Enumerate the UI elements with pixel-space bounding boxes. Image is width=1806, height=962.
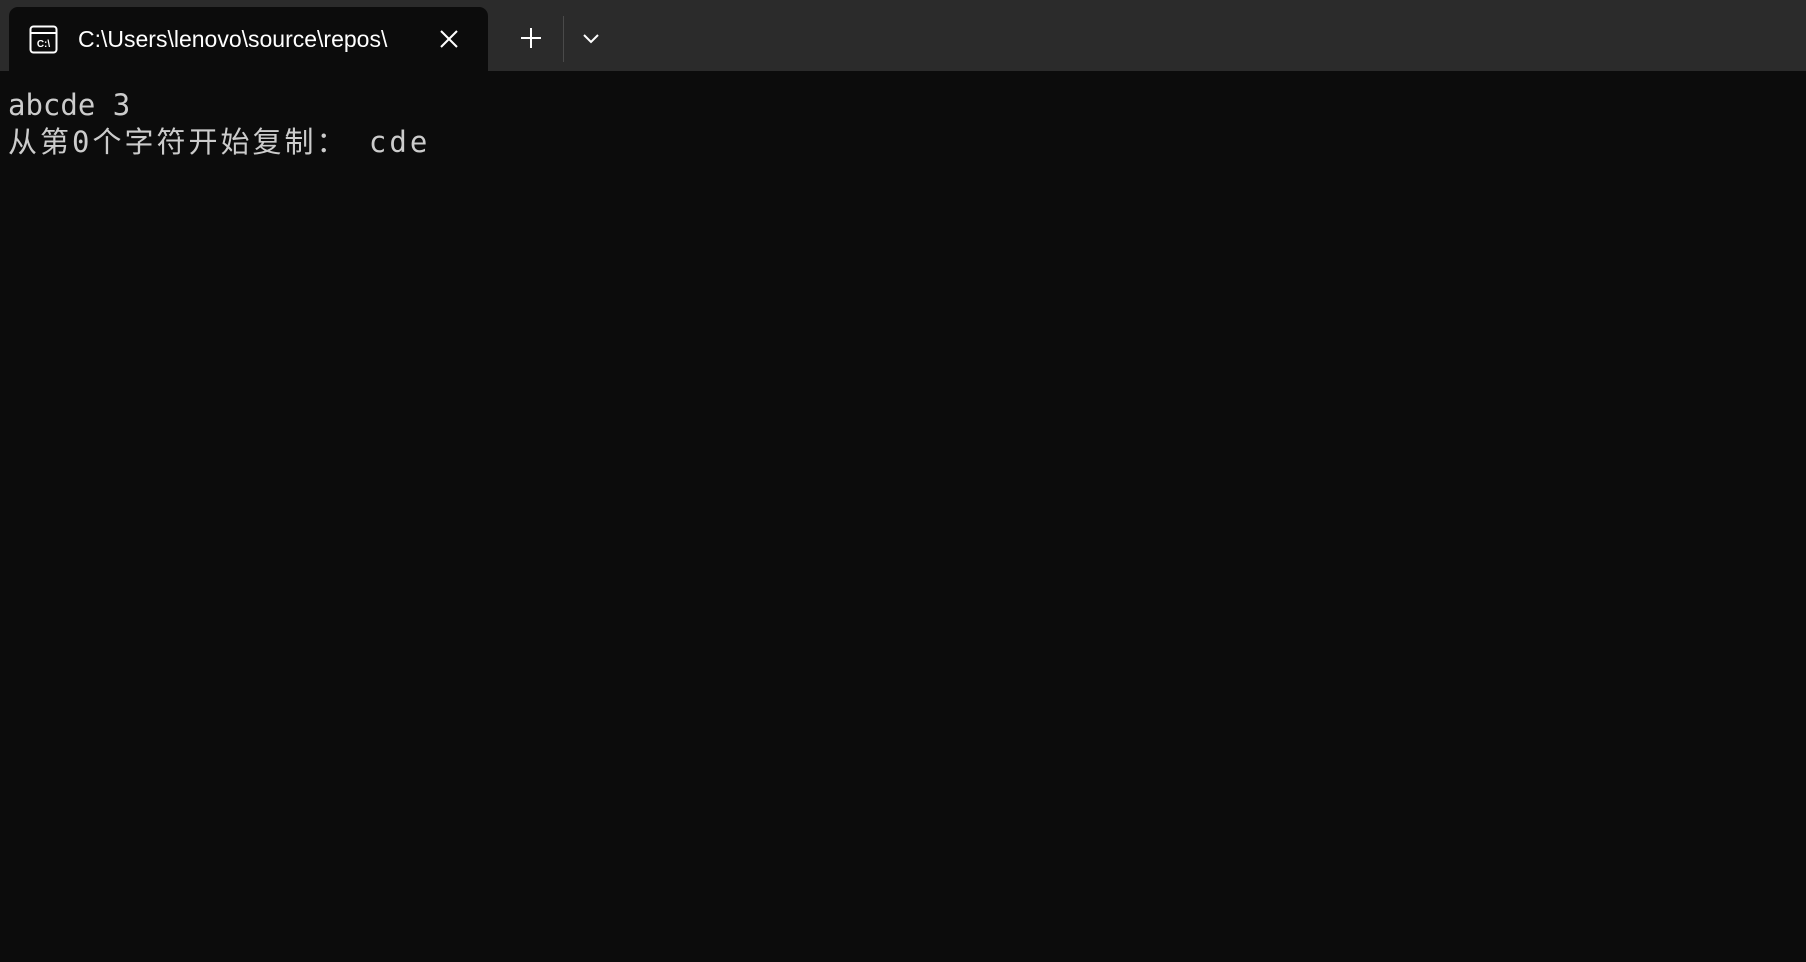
- close-icon[interactable]: [436, 26, 462, 52]
- svg-text:C:\: C:\: [37, 39, 51, 50]
- console-icon: C:\: [29, 25, 58, 54]
- chevron-down-icon: [574, 34, 608, 61]
- tab-separator: [563, 16, 564, 62]
- tab-active[interactable]: C:\ C:\Users\lenovo\source\repos\: [9, 7, 488, 71]
- tab-title: C:\Users\lenovo\source\repos\: [78, 26, 388, 52]
- tab-dropdown-button[interactable]: [574, 19, 608, 57]
- terminal-window: C:\ C:\Users\lenovo\source\repos\ abcde …: [0, 0, 1806, 962]
- new-tab-button[interactable]: [508, 19, 554, 57]
- console-line: abcde 3: [8, 88, 131, 122]
- plus-icon: [508, 28, 554, 61]
- tab-bar: C:\ C:\Users\lenovo\source\repos\: [0, 0, 1806, 71]
- console-line: 从第0个字符开始复制： cde: [8, 125, 431, 159]
- console-output[interactable]: abcde 3 从第0个字符开始复制： cde: [0, 71, 1806, 962]
